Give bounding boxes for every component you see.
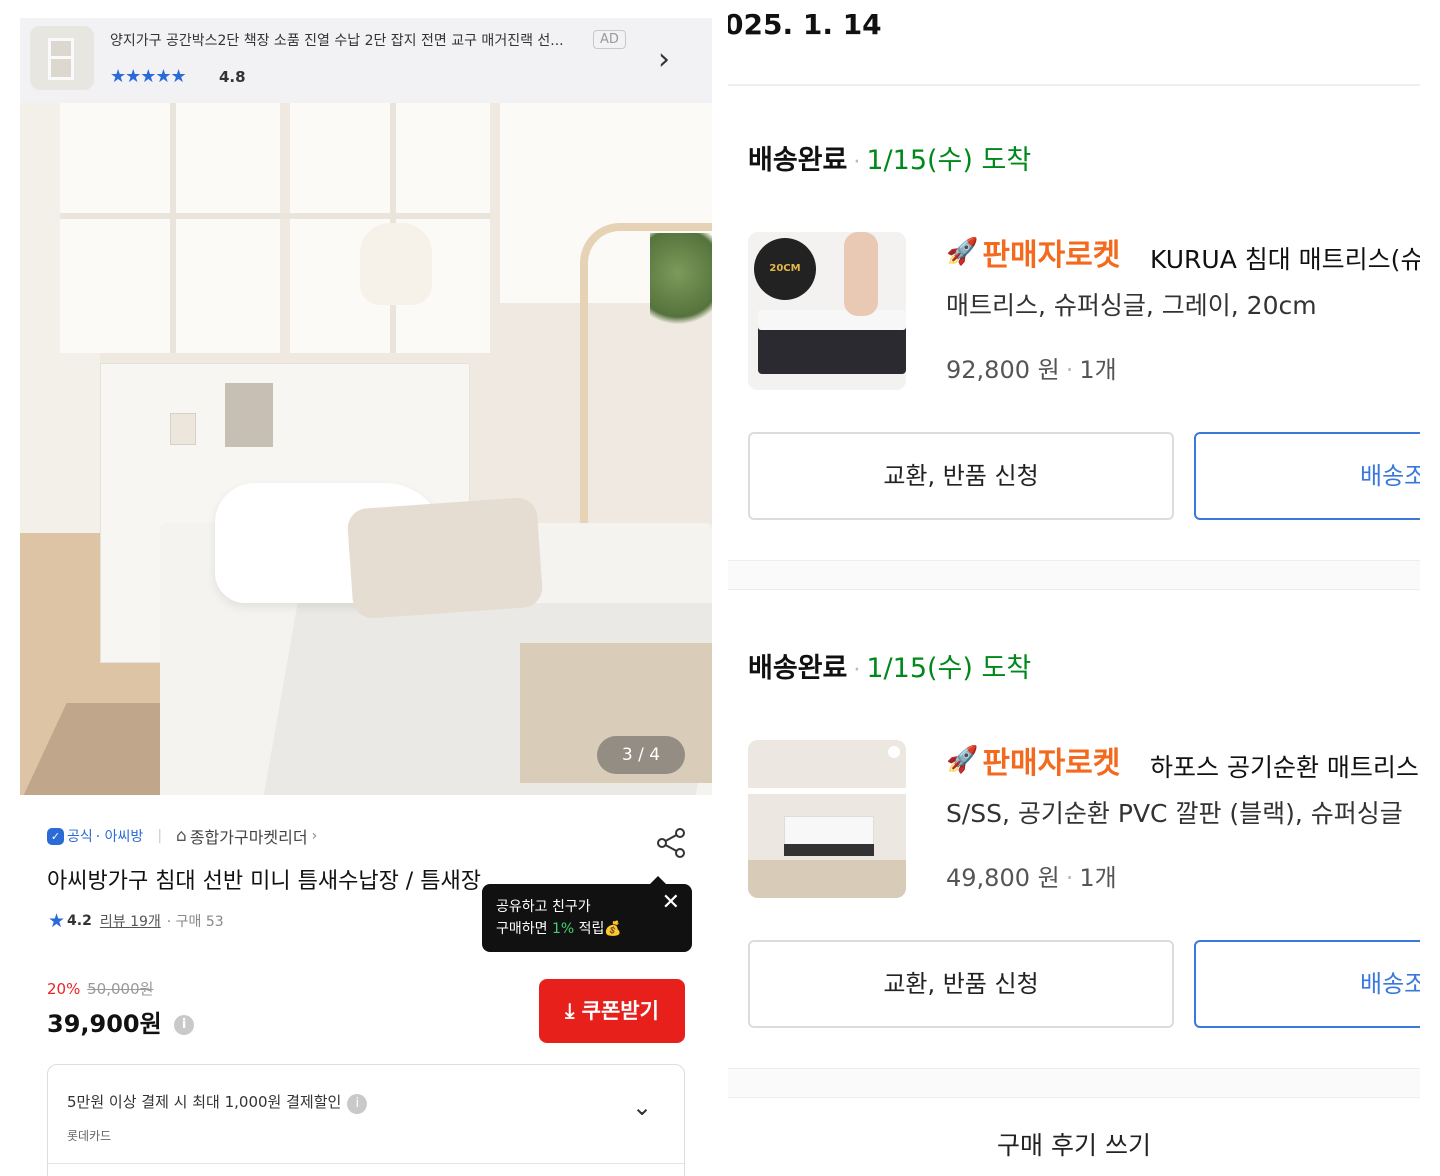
review-link[interactable]: 리뷰 19개 bbox=[100, 911, 161, 931]
market-leader-link[interactable]: 종합가구마켓리더 bbox=[190, 824, 308, 848]
track-delivery-button[interactable]: 배송조회 bbox=[1194, 940, 1420, 1028]
product-image[interactable]: 3 / 4 bbox=[20, 103, 712, 795]
share-icon[interactable] bbox=[654, 826, 688, 860]
chevron-right-icon: › bbox=[311, 828, 318, 844]
order-history-panel: 025. 1. 14 배송완료 · 1/15(수) 도착 20CM 🚀 판매자로켓… bbox=[728, 0, 1420, 1176]
rocket-badge: 🚀 판매자로켓 bbox=[946, 745, 1121, 781]
product-thumbnail[interactable]: 20CM bbox=[748, 232, 906, 390]
order-date: 025. 1. 14 bbox=[728, 8, 882, 41]
final-price: 39,900원 bbox=[47, 1010, 162, 1038]
product-detail-panel: 양지가구 공간박스2단 책장 소품 진열 수납 2단 잡지 전면 교구 매거진랙… bbox=[20, 18, 712, 1176]
rocket-badge: 🚀 판매자로켓 bbox=[946, 237, 1121, 273]
ad-thumbnail bbox=[30, 26, 94, 90]
product-option: S/SS, 공기순환 PVC 깔판 (블랙), 슈퍼싱글 bbox=[946, 799, 1403, 828]
share-tooltip: 공유하고 친구가 구매하면 1% 적립💰 ✕ bbox=[482, 876, 692, 952]
write-review-button[interactable]: 구매 후기 쓰기 bbox=[728, 1126, 1420, 1162]
product-option: 매트리스, 슈퍼싱글, 그레이, 20cm bbox=[946, 291, 1317, 320]
tooltip-line2: 구매하면 1% 적립💰 bbox=[496, 921, 622, 937]
ad-stars-icon: ★★★★★ bbox=[110, 66, 187, 87]
star-icon: ★ bbox=[48, 910, 66, 932]
delivery-status: 배송완료 · 1/15(수) 도착 bbox=[748, 145, 1032, 176]
close-icon[interactable]: ✕ bbox=[662, 892, 680, 914]
payment-discount-box[interactable]: 5만원 이상 결제 시 최대 1,000원 결제할인 i 롯데카드 ⌄ bbox=[47, 1064, 685, 1176]
seller-separator: | bbox=[157, 828, 163, 844]
rocket-icon: 🚀 bbox=[946, 237, 979, 267]
tooltip-line1: 공유하고 친구가 bbox=[496, 899, 591, 915]
official-label: 공식 bbox=[67, 829, 93, 845]
final-price-line: 39,900원 i bbox=[47, 1004, 195, 1039]
delivery-status: 배송완료 · 1/15(수) 도착 bbox=[748, 653, 1032, 684]
ad-rating: 4.8 bbox=[219, 68, 246, 86]
info-icon[interactable]: i bbox=[174, 1015, 195, 1035]
exchange-return-button[interactable]: 교환, 반품 신청 bbox=[748, 432, 1174, 520]
ad-banner[interactable]: 양지가구 공간박스2단 책장 소품 진열 수납 2단 잡지 전면 교구 매거진랙… bbox=[20, 18, 712, 103]
rating-value: 4.2 bbox=[67, 913, 92, 929]
discount-rate: 20% bbox=[47, 980, 81, 998]
chevron-down-icon[interactable]: ⌄ bbox=[632, 1093, 652, 1121]
coupon-button[interactable]: ⤓ 쿠폰받기 bbox=[539, 979, 685, 1043]
track-delivery-button[interactable]: 배송조회 bbox=[1194, 432, 1420, 520]
product-title: 아씨방가구 침대 선반 미니 틈새수납장 / 틈새장 bbox=[47, 869, 481, 894]
chevron-right-icon[interactable]: › bbox=[658, 42, 670, 77]
discount-line: 20% 50,000원 bbox=[47, 978, 153, 999]
product-name[interactable]: KURUA 침대 매트리스(슈퍼 bbox=[1150, 240, 1420, 276]
divider bbox=[728, 84, 1420, 86]
card-name: 롯데카드 bbox=[67, 1129, 112, 1143]
rocket-icon: 🚀 bbox=[946, 745, 979, 775]
exchange-return-button[interactable]: 교환, 반품 신청 bbox=[748, 940, 1174, 1028]
product-price-line: 92,800 원 · 1개 bbox=[946, 356, 1117, 384]
original-price: 50,000원 bbox=[87, 980, 154, 998]
divider bbox=[48, 1163, 684, 1164]
rating-line: ★ 4.2 리뷰 19개 · 구매 53 bbox=[48, 910, 224, 932]
official-badge-icon: ✓ bbox=[47, 827, 64, 845]
purchase-count: · 구매 53 bbox=[166, 914, 224, 930]
ad-title: 양지가구 공간박스2단 책장 소품 진열 수납 2단 잡지 전면 교구 매거진랙… bbox=[110, 33, 564, 49]
section-gap bbox=[728, 560, 1420, 590]
seller-name[interactable]: · 아씨방 bbox=[96, 826, 144, 846]
home-icon: ⌂ bbox=[176, 826, 187, 846]
product-thumbnail[interactable] bbox=[748, 740, 906, 898]
seller-info: ✓ 공식 · 아씨방 | ⌂ 종합가구마켓리더 › bbox=[47, 824, 317, 848]
image-counter: 3 / 4 bbox=[597, 736, 685, 774]
info-icon[interactable]: i bbox=[347, 1094, 368, 1114]
section-gap bbox=[728, 1068, 1420, 1098]
payment-discount-text: 5만원 이상 결제 시 최대 1,000원 결제할인 i bbox=[67, 1091, 368, 1114]
ad-badge: AD bbox=[593, 30, 626, 49]
product-price-line: 49,800 원 · 1개 bbox=[946, 864, 1117, 892]
product-name[interactable]: 하포스 공기순환 매트리스 퀸 bbox=[1150, 748, 1420, 784]
